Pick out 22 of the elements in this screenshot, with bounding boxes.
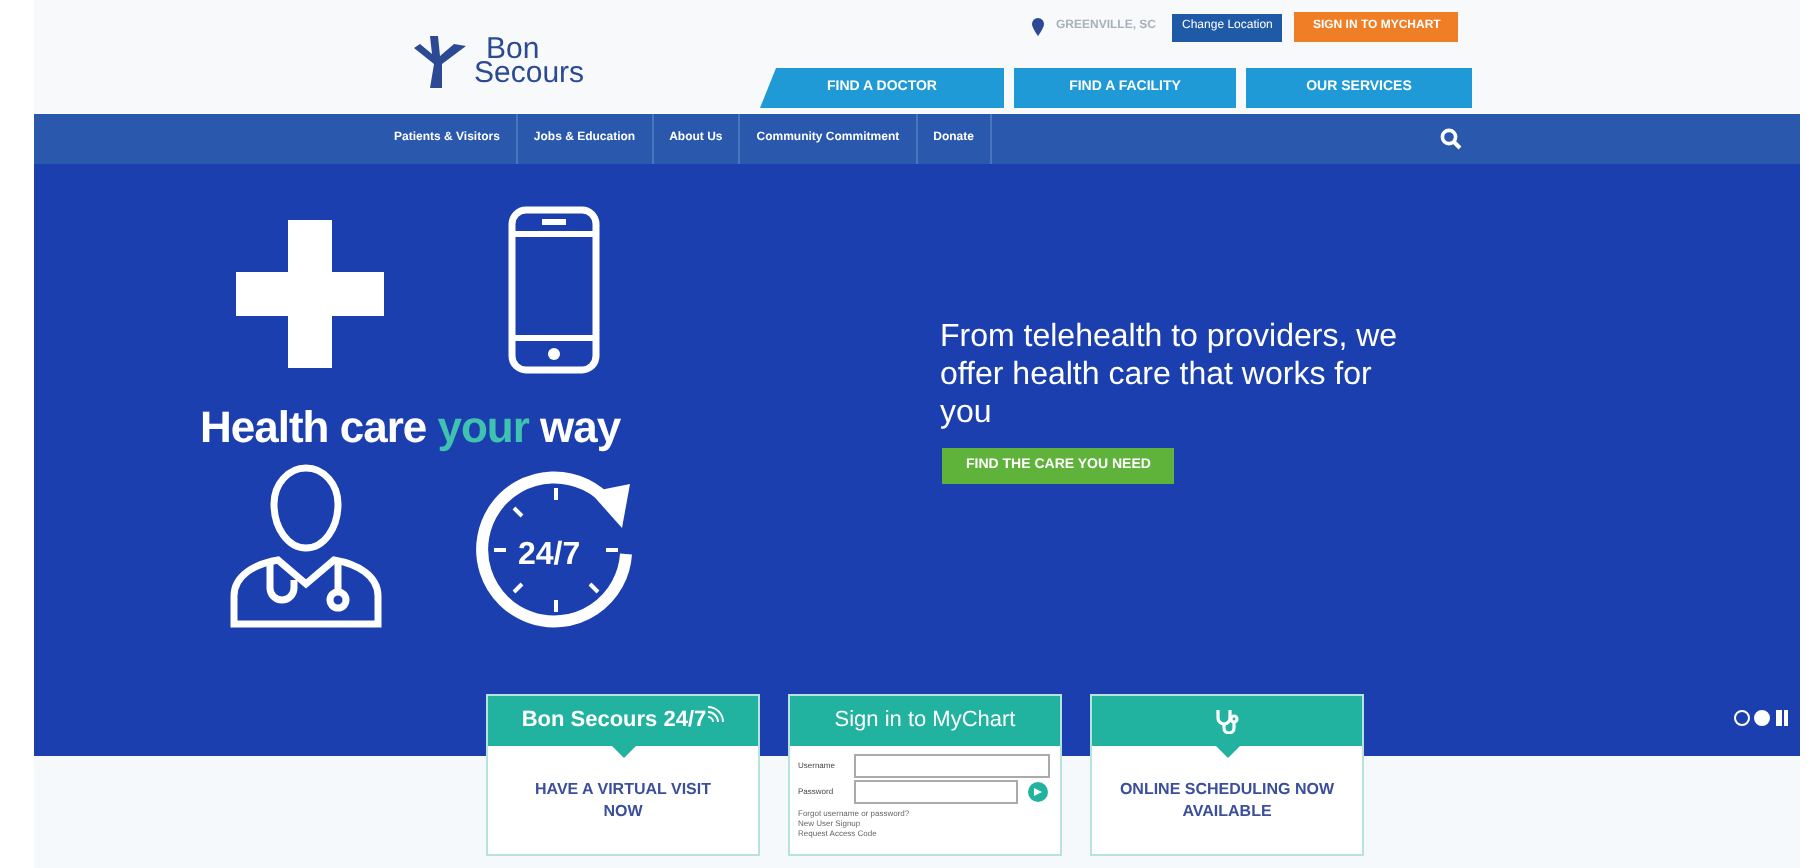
pause-icon[interactable] xyxy=(1776,710,1788,726)
logo-text[interactable]: Bon xyxy=(474,38,585,62)
logo-icon xyxy=(410,36,470,88)
logo-text[interactable]: Secours xyxy=(474,62,585,86)
location-pin-icon xyxy=(1032,18,1044,36)
card-title: Bon Secours 24/7 xyxy=(521,706,707,737)
doctor-icon xyxy=(230,460,382,628)
headline: Health care your way xyxy=(200,400,621,456)
password-field[interactable] xyxy=(854,780,1018,804)
signal-icon xyxy=(708,705,725,721)
card-text[interactable]: HAVE A VIRTUAL VISIT NOW xyxy=(523,778,723,822)
clock-text: 24/7 xyxy=(518,536,581,576)
plus-icon xyxy=(236,220,384,368)
card-text[interactable]: ONLINE SCHEDULING NOW AVAILABLE xyxy=(1117,778,1337,822)
card-title: Sign in to MyChart xyxy=(834,706,1016,737)
play-icon xyxy=(1034,788,1042,796)
phone-icon xyxy=(508,206,600,374)
hero-text: From telehealth to providers, we offer health care that works for you xyxy=(940,318,1400,432)
search-icon[interactable] xyxy=(1440,128,1462,150)
submit-button[interactable] xyxy=(1028,782,1048,802)
stethoscope-icon xyxy=(1215,708,1239,734)
username-field[interactable] xyxy=(854,754,1050,778)
